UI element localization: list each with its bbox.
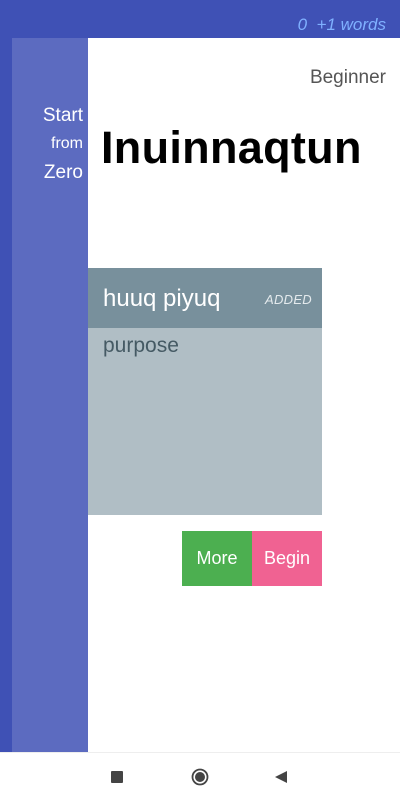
side-label-zero: Zero [43, 162, 83, 183]
home-circle-icon[interactable] [191, 768, 209, 786]
side-panel: Start from Zero [12, 38, 88, 752]
added-badge: ADDED [264, 292, 312, 307]
word-card[interactable]: huuq piyuq ADDED purpose [88, 268, 322, 515]
word-card-header: huuq piyuq ADDED [88, 268, 322, 328]
status-bar: 0 +1 words [0, 0, 400, 38]
main-content: Beginner Inuinnaqtun huuq piyuq ADDED pu… [88, 38, 400, 752]
begin-button[interactable]: Begin [252, 531, 322, 586]
back-triangle-icon[interactable] [274, 770, 288, 784]
app-screen: 0 +1 words Start from Zero Beginner Inui… [0, 0, 400, 800]
more-button[interactable]: More [182, 531, 252, 586]
side-label-start: Start [42, 105, 83, 126]
level-label: Beginner [309, 67, 386, 88]
word-term: huuq piyuq [103, 285, 221, 312]
left-edge-strip [0, 38, 12, 752]
word-counter: 0 +1 words [297, 15, 386, 34]
language-title: Inuinnaqtun [101, 122, 362, 173]
navigation-bar [0, 752, 400, 800]
side-label-from: from [51, 135, 83, 152]
recents-square-icon[interactable] [111, 771, 123, 783]
word-definition: purpose [103, 334, 179, 357]
